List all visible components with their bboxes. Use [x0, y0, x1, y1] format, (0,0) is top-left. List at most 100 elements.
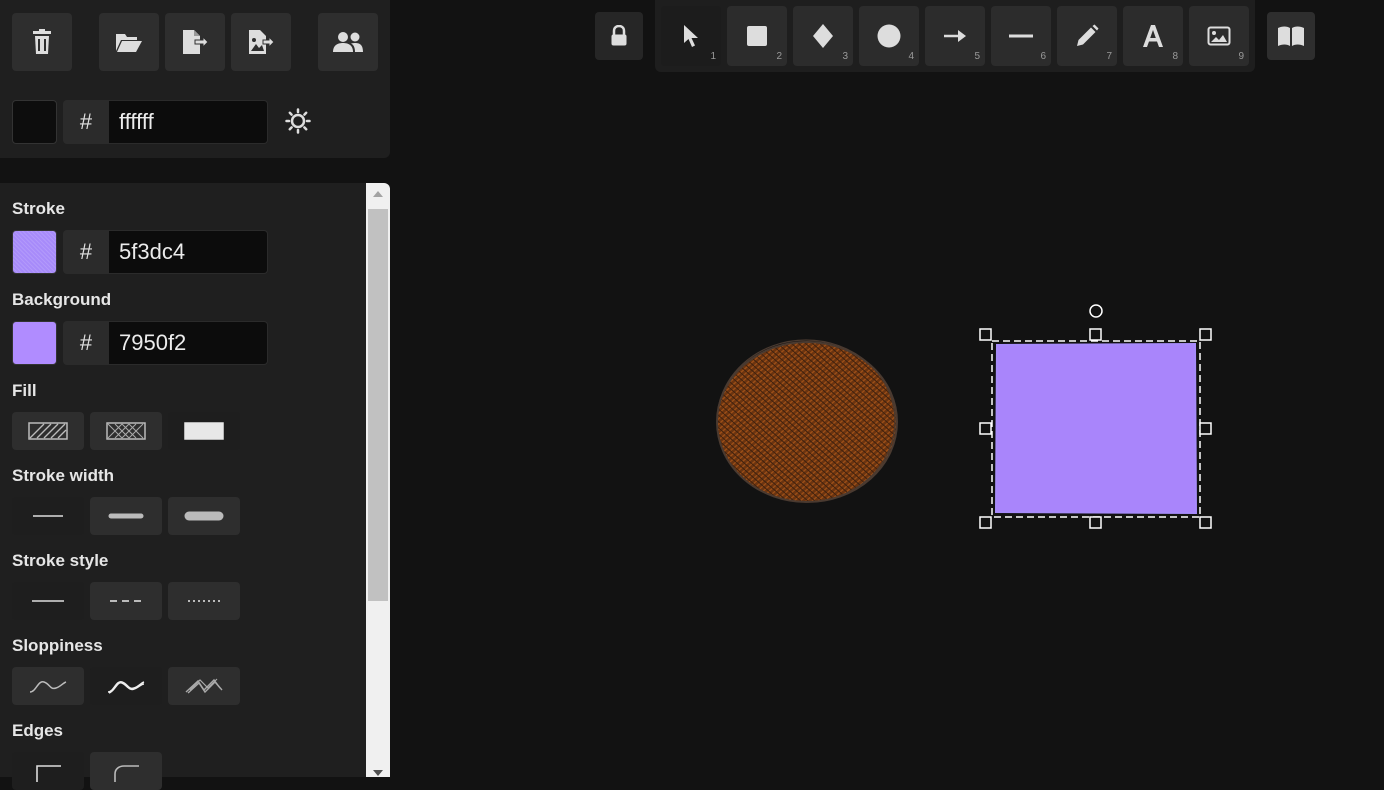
stroke-label: Stroke [12, 199, 65, 218]
tool-text[interactable]: 8 [1123, 6, 1183, 66]
tool-diamond[interactable]: 3 [793, 6, 853, 66]
sun-icon [285, 108, 311, 134]
resize-handle-nw[interactable] [979, 328, 992, 341]
edges-label: Edges [12, 721, 64, 740]
fill-cross-hatch-option[interactable] [90, 412, 162, 450]
fill-label: Fill [12, 381, 37, 400]
stroke-width-extra-bold-option[interactable] [168, 497, 240, 535]
diamond-icon [813, 24, 833, 48]
tool-rectangle[interactable]: 2 [727, 6, 787, 66]
resize-handle-e[interactable] [1199, 422, 1212, 435]
tool-key-7: 7 [1106, 51, 1112, 62]
background-label: Background [12, 290, 112, 309]
tool-key-8: 8 [1172, 51, 1178, 62]
tool-line[interactable]: 6 [991, 6, 1051, 66]
shapes-toolbar: 1 2 3 4 5 6 7 8 9 [655, 0, 1255, 72]
sloppiness-cartoonist-option[interactable] [168, 667, 240, 705]
fill-hachure-icon [28, 422, 68, 440]
stroke-width-thin-option[interactable] [12, 497, 84, 535]
resize-handle-n[interactable] [1089, 328, 1102, 341]
export-button[interactable] [165, 13, 225, 71]
rectangle-shape[interactable] [994, 342, 1198, 515]
stroke-width-bold-option[interactable] [90, 497, 162, 535]
tool-key-1: 1 [710, 51, 716, 62]
edges-round-option[interactable] [90, 752, 162, 790]
fill-solid-icon [184, 422, 224, 440]
scrollbar-thumb[interactable] [368, 209, 388, 601]
resize-handle-sw[interactable] [979, 516, 992, 529]
load-button[interactable] [99, 13, 159, 71]
fill-solid-option[interactable] [168, 412, 240, 450]
circle-icon [877, 24, 901, 48]
clear-canvas-button[interactable] [12, 13, 72, 71]
edges-sharp-option[interactable] [12, 752, 84, 790]
stroke-width-label: Stroke width [12, 466, 115, 485]
tool-ellipse[interactable]: 4 [859, 6, 919, 66]
stroke-dotted-icon [188, 600, 220, 602]
fill-hachure-option[interactable] [12, 412, 84, 450]
stroke-hash-label: # [63, 230, 109, 274]
sloppiness-architect-option[interactable] [12, 667, 84, 705]
folder-open-icon [116, 34, 142, 52]
stroke-bold-icon [108, 513, 144, 519]
book-icon [1278, 26, 1304, 46]
sloppiness-artist-option[interactable] [90, 667, 162, 705]
sloppiness-artist-icon [107, 681, 145, 694]
sloppiness-label: Sloppiness [12, 636, 103, 655]
stroke-style-solid-option[interactable] [12, 582, 84, 620]
sloppiness-cartoonist-icon [185, 678, 223, 694]
image-icon [1207, 26, 1231, 46]
cursor-icon [684, 25, 698, 47]
text-icon [1143, 25, 1163, 47]
canvas-background-hex-input[interactable] [109, 100, 268, 144]
canvas-background-swatch[interactable] [12, 100, 57, 144]
properties-scrollbar[interactable] [366, 183, 390, 777]
stroke-extra-bold-icon [184, 511, 224, 521]
scroll-down-arrow-icon[interactable] [373, 770, 383, 776]
collaboration-button[interactable] [318, 13, 378, 71]
theme-toggle-button[interactable] [283, 106, 313, 136]
resize-handle-se[interactable] [1199, 516, 1212, 529]
resize-handle-w[interactable] [979, 422, 992, 435]
stroke-dashed-icon [110, 600, 142, 602]
lock-button[interactable] [595, 12, 643, 60]
lock-icon [611, 25, 627, 46]
library-button[interactable] [1267, 12, 1315, 60]
background-hash-label: # [63, 321, 109, 365]
resize-handle-ne[interactable] [1199, 328, 1212, 341]
image-export-icon [249, 30, 275, 54]
export-image-button[interactable] [231, 13, 291, 71]
tool-arrow[interactable]: 5 [925, 6, 985, 66]
resize-handle-s[interactable] [1089, 516, 1102, 529]
tool-draw[interactable]: 7 [1057, 6, 1117, 66]
stroke-solid-icon [32, 600, 64, 602]
background-color-swatch[interactable] [12, 321, 57, 365]
edges-sharp-icon [36, 765, 61, 782]
trash-icon [33, 29, 51, 54]
stroke-style-label: Stroke style [12, 551, 109, 570]
canvas-background-hash-label: # [63, 100, 109, 144]
tool-image[interactable]: 9 [1189, 6, 1249, 66]
stroke-style-dotted-option[interactable] [168, 582, 240, 620]
tool-selection[interactable]: 1 [661, 6, 721, 66]
stroke-style-dashed-option[interactable] [90, 582, 162, 620]
tool-key-6: 6 [1040, 51, 1046, 62]
scroll-up-arrow-icon[interactable] [373, 191, 383, 197]
stroke-color-swatch[interactable] [12, 230, 57, 274]
users-icon [333, 32, 363, 52]
drawing-canvas[interactable] [390, 72, 1384, 777]
square-icon [747, 26, 767, 46]
tool-key-2: 2 [776, 51, 782, 62]
background-hex-input[interactable] [109, 321, 268, 365]
stroke-thin-icon [33, 515, 63, 517]
pencil-icon [1077, 24, 1099, 46]
file-export-icon [183, 30, 209, 54]
stroke-hex-input[interactable] [109, 230, 268, 274]
rotation-handle[interactable] [1089, 304, 1103, 318]
tool-key-3: 3 [842, 51, 848, 62]
tool-key-4: 4 [908, 51, 914, 62]
arrow-icon [944, 30, 966, 42]
edges-round-icon [114, 765, 139, 782]
tool-key-5: 5 [974, 51, 980, 62]
canvas-actions-panel: # [0, 0, 390, 158]
